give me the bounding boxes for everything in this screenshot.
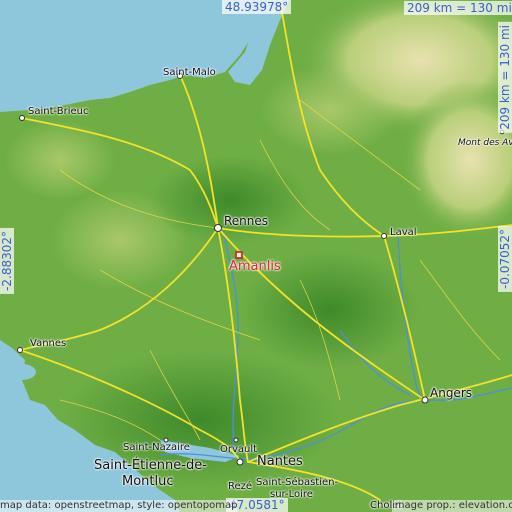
label-orvault: Orvault — [220, 444, 258, 455]
label-saint-nazaire: Saint-Nazaire — [123, 442, 190, 453]
credit-map-data: map data: openstreetmap, style: opentopo… — [0, 500, 238, 512]
label-saint-sebastien-line2: sur-Loire — [270, 489, 313, 500]
lowland-rennes — [150, 155, 310, 245]
amanlis-marker — [235, 251, 243, 259]
label-vannes: Vannes — [30, 338, 67, 349]
label-saint-malo: Saint-Malo — [163, 67, 216, 78]
label-rennes: Rennes — [224, 214, 269, 228]
top-latitude: 48.93978° — [222, 0, 292, 14]
scale-bar-vertical: 209 km = 130 mi — [498, 22, 512, 133]
label-saint-brieuc: Saint-Brieuc — [28, 106, 89, 117]
label-saint-etienne-line2: Montluc — [122, 474, 174, 489]
hills-brittany — [5, 120, 115, 200]
map-base — [0, 0, 512, 512]
hills-north — [260, 65, 400, 155]
label-laval: Laval — [390, 227, 417, 238]
label-mont-des-avaloirs: Mont des Av — [458, 138, 512, 148]
label-reze: Rezé — [228, 481, 253, 492]
label-saint-etienne-line1: Saint-Étienne-de- — [94, 458, 207, 473]
gulf-morbihan — [8, 364, 36, 380]
amanlis-label: Amanlis — [229, 259, 281, 274]
topographic-map[interactable]: 48.93978° 209 km = 130 mi 47.0581° -2.88… — [0, 0, 512, 512]
scale-bar: 209 km = 130 mi — [404, 1, 512, 15]
credit-image: image prop.: elevation.city — [392, 500, 512, 512]
left-longitude: -2.88302° — [0, 228, 14, 294]
right-longitude: -0.07052° — [498, 226, 512, 292]
label-angers: Angers — [430, 386, 472, 400]
label-saint-sebastien-line1: Saint-Sébastien- — [256, 477, 339, 488]
label-nantes: Nantes — [257, 454, 303, 469]
